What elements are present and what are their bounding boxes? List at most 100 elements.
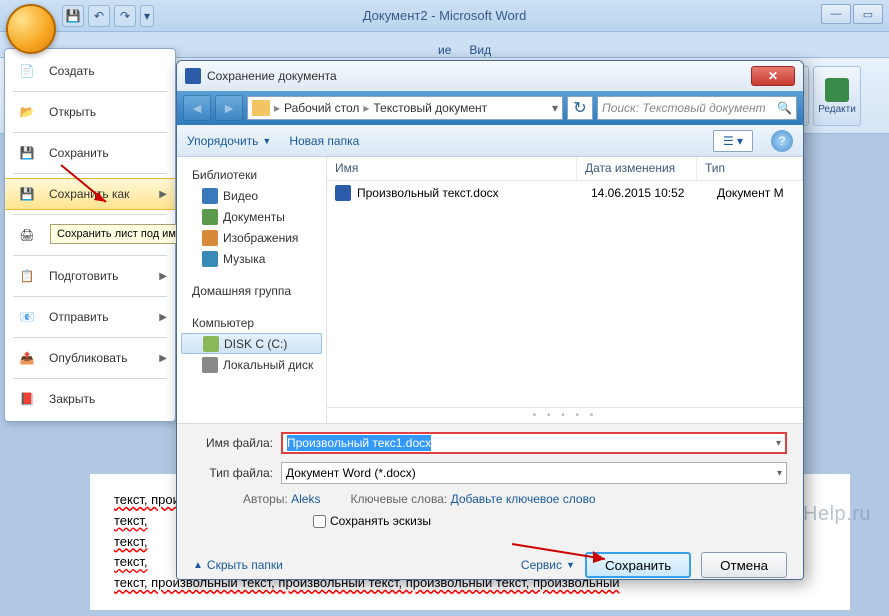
folder-icon xyxy=(252,100,270,116)
tools-button[interactable]: Сервис ▼ xyxy=(521,558,575,572)
file-list[interactable]: Имя Дата изменения Тип Произвольный текс… xyxy=(327,157,803,423)
word-icon xyxy=(185,68,201,84)
breadcrumb-item[interactable]: Текстовый документ xyxy=(373,101,487,115)
col-type[interactable]: Тип xyxy=(697,157,803,180)
menu-label: Подготовить xyxy=(49,269,118,283)
tree-music[interactable]: Музыка xyxy=(181,248,322,269)
tree-video[interactable]: Видео xyxy=(181,185,322,206)
nav-back-button[interactable]: ◄ xyxy=(183,95,211,121)
menu-label: Открыть xyxy=(49,105,96,119)
open-icon: 📂 xyxy=(13,100,41,124)
authors-value[interactable]: Aleks xyxy=(291,492,320,506)
dialog-title: Сохранение документа xyxy=(207,69,337,83)
qat-customize[interactable]: ▾ xyxy=(140,5,154,27)
filename-value: Произвольный текс1.docx xyxy=(287,435,431,451)
filetype-select[interactable]: Документ Word (*.docx) ▾ xyxy=(281,462,787,484)
menu-label: Опубликовать xyxy=(49,351,127,365)
search-placeholder: Поиск: Текстовый документ xyxy=(602,101,766,115)
tree-localdisk[interactable]: Локальный диск xyxy=(181,354,322,375)
menu-save-as[interactable]: 💾 Сохранить как ▶ xyxy=(5,178,175,210)
window-controls: — ▭ xyxy=(821,4,883,24)
menu-save[interactable]: 💾 Сохранить xyxy=(5,137,175,169)
menu-publish[interactable]: 📤Опубликовать▶ xyxy=(5,342,175,374)
hide-folders-link[interactable]: ▲Скрыть папки xyxy=(193,558,283,572)
tree-images[interactable]: Изображения xyxy=(181,227,322,248)
close-doc-icon: 📕 xyxy=(13,387,41,411)
tree-libraries[interactable]: Библиотеки xyxy=(181,165,322,185)
help-button[interactable]: ? xyxy=(771,130,793,152)
tree-homegroup[interactable]: Домашняя группа xyxy=(181,281,322,301)
filetype-value: Документ Word (*.docx) xyxy=(286,466,416,480)
ribbon-group-edit[interactable]: Редакти xyxy=(813,66,861,126)
menu-send[interactable]: 📧 Отправить ▶ xyxy=(5,301,175,333)
title-bar: 💾 ↶ ↷ ▾ Документ2 - Microsoft Word — ▭ xyxy=(0,0,889,32)
qat-save[interactable]: 💾 xyxy=(62,5,84,27)
close-button[interactable]: ✕ xyxy=(751,66,795,86)
menu-label: Сохранить xyxy=(49,146,109,160)
menu-label: Сохранить как xyxy=(49,187,129,201)
breadcrumb[interactable]: ▸ Рабочий стол ▸ Текстовый документ ▾ xyxy=(247,96,563,120)
file-row[interactable]: Произвольный текст.docx 14.06.2015 10:52… xyxy=(327,181,803,205)
disk-icon xyxy=(202,357,218,373)
menu-label: Отправить xyxy=(49,310,109,324)
menu-label: Создать xyxy=(49,64,95,78)
ribbon-tab-partial[interactable]: ие xyxy=(438,43,451,57)
keywords-value[interactable]: Добавьте ключевое слово xyxy=(451,492,596,506)
filetype-label: Тип файла: xyxy=(193,466,273,480)
office-button[interactable] xyxy=(6,4,56,54)
minimize-button[interactable]: — xyxy=(821,4,851,24)
ribbon-tab-view[interactable]: Вид xyxy=(469,43,491,57)
save-icon: 💾 xyxy=(13,141,41,165)
disk-icon xyxy=(203,336,219,352)
tree-diskc[interactable]: DISK C (C:) xyxy=(181,333,322,354)
menu-open[interactable]: 📂 Открыть xyxy=(5,96,175,128)
file-date: 14.06.2015 10:52 xyxy=(591,186,711,200)
chevron-right-icon: ▶ xyxy=(159,189,167,200)
chevron-right-icon: ▶ xyxy=(159,271,167,282)
documents-icon xyxy=(202,209,218,225)
chevron-right-icon: ▶ xyxy=(159,312,167,323)
view-button[interactable]: ☰ ▾ xyxy=(713,130,753,152)
breadcrumb-item[interactable]: Рабочий стол xyxy=(284,101,359,115)
file-name: Произвольный текст.docx xyxy=(357,186,499,200)
refresh-button[interactable]: ↻ xyxy=(567,96,593,120)
nav-forward-button[interactable]: ► xyxy=(215,95,243,121)
thumbnails-label: Сохранять эскизы xyxy=(330,514,431,528)
file-type: Документ M xyxy=(717,186,795,200)
tree-computer[interactable]: Компьютер xyxy=(181,313,322,333)
qat-undo[interactable]: ↶ xyxy=(88,5,110,27)
col-name[interactable]: Имя xyxy=(327,157,577,180)
tooltip: Сохранить лист под им xyxy=(50,224,183,244)
cancel-button[interactable]: Отмена xyxy=(701,552,787,578)
qat-redo[interactable]: ↷ xyxy=(114,5,136,27)
ribbon-label: Редакти xyxy=(818,104,856,115)
file-list-header[interactable]: Имя Дата изменения Тип xyxy=(327,157,803,181)
print-icon: 🖨 xyxy=(13,223,41,247)
dialog-toolbar: Упорядочить ▼ Новая папка ☰ ▾ ? xyxy=(177,125,803,157)
new-icon: 📄 xyxy=(13,59,41,83)
organize-button[interactable]: Упорядочить ▼ xyxy=(187,134,271,148)
search-input[interactable]: Поиск: Текстовый документ 🔍 xyxy=(597,96,797,120)
video-icon xyxy=(202,188,218,204)
tree-documents[interactable]: Документы xyxy=(181,206,322,227)
save-button[interactable]: Сохранить xyxy=(585,552,691,578)
thumbnails-checkbox[interactable] xyxy=(313,515,326,528)
save-as-icon: 💾 xyxy=(13,182,41,206)
prepare-icon: 📋 xyxy=(13,264,41,288)
images-icon xyxy=(202,230,218,246)
menu-new[interactable]: 📄 Создать xyxy=(5,55,175,87)
filename-input[interactable]: Произвольный текс1.docx ▾ xyxy=(281,432,787,454)
filename-label: Имя файла: xyxy=(193,436,273,450)
new-folder-button[interactable]: Новая папка xyxy=(289,134,359,148)
save-dialog: Сохранение документа ✕ ◄ ► ▸ Рабочий сто… xyxy=(176,60,804,580)
col-date[interactable]: Дата изменения xyxy=(577,157,697,180)
dialog-titlebar: Сохранение документа ✕ xyxy=(177,61,803,91)
resize-grip[interactable]: • • • • • xyxy=(327,407,803,423)
menu-prepare[interactable]: 📋 Подготовить ▶ xyxy=(5,260,175,292)
maximize-button[interactable]: ▭ xyxy=(853,4,883,24)
folder-tree[interactable]: Библиотеки Видео Документы Изображения М… xyxy=(177,157,327,423)
menu-label: Закрыть xyxy=(49,392,95,406)
authors-label: Авторы: xyxy=(243,492,288,506)
menu-close[interactable]: 📕 Закрыть xyxy=(5,383,175,415)
send-icon: 📧 xyxy=(13,305,41,329)
